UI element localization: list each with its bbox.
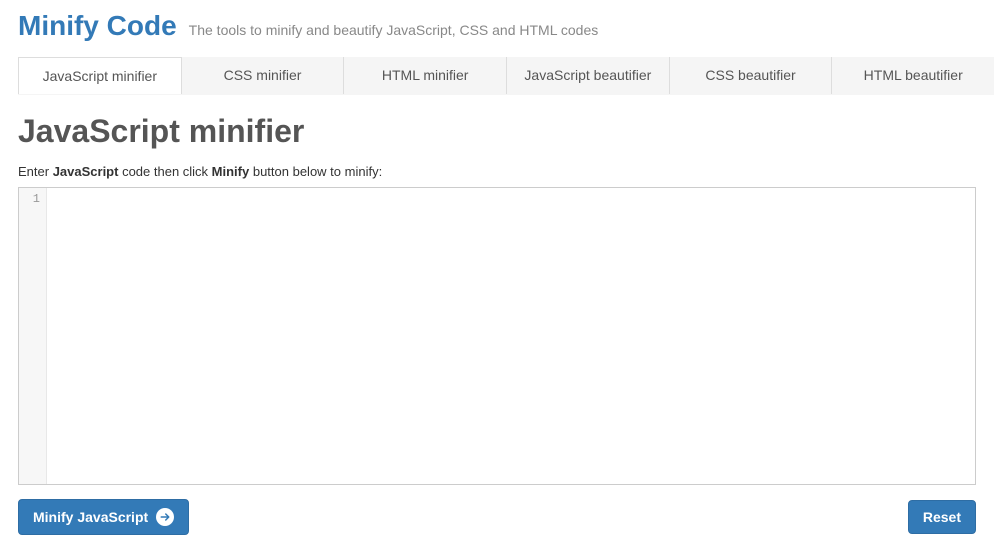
minify-button[interactable]: Minify JavaScript <box>18 499 189 535</box>
site-tagline: The tools to minify and beautify JavaScr… <box>189 22 599 38</box>
header: Minify Code The tools to minify and beau… <box>0 0 994 57</box>
tab-html-minifier[interactable]: HTML minifier <box>344 57 507 94</box>
tab-css-minifier[interactable]: CSS minifier <box>182 57 345 94</box>
code-input[interactable] <box>47 188 975 484</box>
reset-button[interactable]: Reset <box>908 500 976 534</box>
site-logo[interactable]: Minify Code <box>18 10 177 42</box>
main-content: JavaScript minifier Enter JavaScript cod… <box>0 95 994 535</box>
instructions-mid: code then click <box>118 164 211 179</box>
tab-css-beautifier[interactable]: CSS beautifier <box>670 57 833 94</box>
instructions-prefix: Enter <box>18 164 53 179</box>
reset-button-label: Reset <box>923 509 961 525</box>
instructions-suffix: button below to minify: <box>249 164 382 179</box>
editor-gutter: 1 <box>19 188 47 484</box>
tool-tabs: JavaScript minifier CSS minifier HTML mi… <box>18 57 994 95</box>
gutter-line-number: 1 <box>19 192 40 206</box>
code-editor: 1 <box>18 187 976 485</box>
tab-javascript-minifier[interactable]: JavaScript minifier <box>18 57 182 94</box>
instructions-lang: JavaScript <box>53 164 119 179</box>
tab-html-beautifier[interactable]: HTML beautifier <box>832 57 994 94</box>
instructions-text: Enter JavaScript code then click Minify … <box>18 164 976 179</box>
minify-button-label: Minify JavaScript <box>33 509 148 525</box>
page-title: JavaScript minifier <box>18 113 976 150</box>
arrow-right-icon <box>156 508 174 526</box>
instructions-action: Minify <box>212 164 250 179</box>
button-row: Minify JavaScript Reset <box>18 499 976 535</box>
tab-javascript-beautifier[interactable]: JavaScript beautifier <box>507 57 670 94</box>
